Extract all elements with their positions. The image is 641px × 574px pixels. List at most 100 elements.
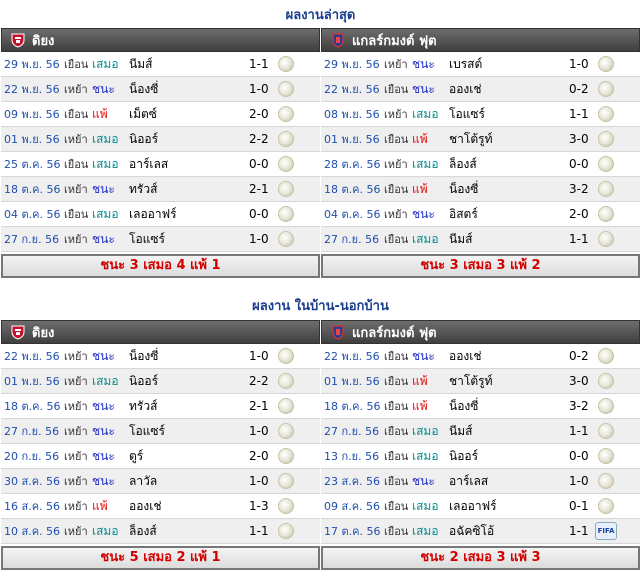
opponent-name: นีมส์ xyxy=(449,423,473,438)
home-away: เยือน xyxy=(384,475,409,488)
opponent-name: เลออาฟร์ xyxy=(449,498,497,513)
home-away: เยือน xyxy=(384,83,409,96)
match-row: 22 พ.ย. 56 เยือน ชนะ อองเช่ 0-2 xyxy=(321,344,640,369)
match-result: เสมอ xyxy=(92,156,119,171)
match-row: 27 ก.ย. 56 เหย้า ชนะ โอแซร์ 1-0 xyxy=(1,419,320,444)
match-row: 01 พ.ย. 56 เยือน แพ้ ชาโต้รูท์ 3-0 xyxy=(321,369,640,394)
match-date: 22 พ.ย. 56 xyxy=(324,83,380,96)
match-date: 09 พ.ย. 56 xyxy=(4,108,60,121)
opponent-name: ตูร์ xyxy=(129,448,144,463)
match-score: 0-0 xyxy=(249,157,269,171)
match-score: 1-0 xyxy=(569,474,589,488)
match-row: 18 ต.ค. 56 เหย้า ชนะ ทรัวส์ 2-1 xyxy=(1,394,320,419)
team-header: แกลร์กมงต์ ฟุต xyxy=(321,28,640,52)
match-score: 2-2 xyxy=(249,132,269,146)
match-date: 17 ต.ค. 56 xyxy=(324,525,381,538)
match-date: 20 ก.ย. 56 xyxy=(4,450,60,463)
home-away: เยือน xyxy=(64,208,89,221)
match-score: 1-1 xyxy=(249,57,269,71)
match-result: เสมอ xyxy=(92,523,119,538)
match-result: เสมอ xyxy=(92,206,119,221)
opponent-name: น็องซี่ xyxy=(449,181,479,196)
home-away: เหย้า xyxy=(384,208,408,221)
match-date: 01 พ.ย. 56 xyxy=(324,375,380,388)
league-ball-icon xyxy=(278,473,294,489)
league-ball-icon xyxy=(278,348,294,364)
team-name: แกลร์กมงต์ ฟุต xyxy=(352,325,437,341)
opponent-name: อฉัคซิโอ้ xyxy=(449,523,495,538)
home-away: เหย้า xyxy=(64,133,88,146)
match-score: 1-0 xyxy=(249,349,269,363)
match-row: 18 ต.ค. 56 เหย้า ชนะ ทรัวส์ 2-1 xyxy=(1,177,320,202)
match-date: 25 ต.ค. 56 xyxy=(4,158,61,171)
match-date: 30 ส.ค. 56 xyxy=(4,475,61,488)
match-date: 27 ก.ย. 56 xyxy=(324,233,380,246)
match-result: เสมอ xyxy=(92,373,119,388)
panel-right-1: แกลร์กมงต์ ฟุต 22 พ.ย. 56 เยือน ชนะ อองเช่ 0-… xyxy=(321,320,640,570)
home-away: เยือน xyxy=(384,450,409,463)
opponent-name: อิสตร์ xyxy=(449,206,478,221)
match-result: ชนะ xyxy=(92,348,115,363)
match-row: 01 พ.ย. 56 เหย้า เสมอ นิออร์ 2-2 xyxy=(1,369,320,394)
opponent-name: นิออร์ xyxy=(129,131,159,146)
match-result: ชนะ xyxy=(92,398,115,413)
match-score: 1-0 xyxy=(249,474,269,488)
match-date: 04 ต.ค. 56 xyxy=(324,208,381,221)
match-date: 22 พ.ย. 56 xyxy=(324,350,380,363)
home-away: เยือน xyxy=(384,425,409,438)
match-score: 1-1 xyxy=(249,524,269,538)
opponent-name: เลออาฟร์ xyxy=(129,206,177,221)
home-away: เหย้า xyxy=(384,58,408,71)
match-score: 3-0 xyxy=(569,132,589,146)
match-result: แพ้ xyxy=(412,181,428,196)
match-result: แพ้ xyxy=(92,106,108,121)
match-date: 01 พ.ย. 56 xyxy=(4,133,60,146)
match-date: 22 พ.ย. 56 xyxy=(4,350,60,363)
match-date: 18 ต.ค. 56 xyxy=(4,400,61,413)
match-result: เสมอ xyxy=(412,106,439,121)
match-row: 08 พ.ย. 56 เหย้า เสมอ โอแซร์ 1-1 xyxy=(321,102,640,127)
match-score: 2-1 xyxy=(249,182,269,196)
panel-left-1: ดิยง 22 พ.ย. 56 เหย้า ชนะ น็องซี่ 1-0 01 พ.ย. … xyxy=(1,320,320,570)
match-result: เสมอ xyxy=(412,231,439,246)
match-date: 18 ต.ค. 56 xyxy=(324,183,381,196)
opponent-name: นีมส์ xyxy=(129,56,153,71)
match-row: 22 พ.ย. 56 เหย้า ชนะ น็องซี่ 1-0 xyxy=(1,344,320,369)
opponent-name: น็องซี่ xyxy=(449,398,479,413)
league-ball-icon xyxy=(598,473,614,489)
match-result: เสมอ xyxy=(412,498,439,513)
league-ball-icon xyxy=(278,423,294,439)
opponent-name: โอแซร์ xyxy=(449,106,485,121)
league-ball-icon xyxy=(598,231,614,247)
league-ball-icon xyxy=(598,156,614,172)
league-ball-icon xyxy=(598,106,614,122)
opponent-name: โอแซร์ xyxy=(129,231,165,246)
home-away: เยือน xyxy=(384,400,409,413)
match-result: ชนะ xyxy=(412,56,435,71)
match-row: 04 ต.ค. 56 เยือน เสมอ เลออาฟร์ 0-0 xyxy=(1,202,320,227)
match-score: 0-0 xyxy=(569,449,589,463)
match-result: ชนะ xyxy=(92,181,115,196)
section-title-recent: ผลงานล่าสุด xyxy=(285,8,356,23)
home-away: เหย้า xyxy=(64,83,88,96)
team-name: ดิยง xyxy=(32,325,55,341)
match-row: 18 ต.ค. 56 เยือน แพ้ น็องซี่ 3-2 xyxy=(321,394,640,419)
match-score: 2-0 xyxy=(249,449,269,463)
match-score: 1-0 xyxy=(249,82,269,96)
opponent-name: นิออร์ xyxy=(129,373,159,388)
team-name: แกลร์กมงต์ ฟุต xyxy=(352,33,437,49)
home-away: เยือน xyxy=(384,350,409,363)
league-ball-icon xyxy=(598,81,614,97)
home-away: เหย้า xyxy=(384,158,408,171)
record-summary: ชนะ 5 เสมอ 2 แพ้ 1 xyxy=(1,546,320,570)
match-score: 2-0 xyxy=(249,107,269,121)
match-result: เสมอ xyxy=(412,448,439,463)
match-date: 28 ต.ค. 56 xyxy=(324,158,381,171)
opponent-name: อาร์เลส xyxy=(449,473,489,488)
league-ball-icon xyxy=(278,181,294,197)
match-date: 23 ส.ค. 56 xyxy=(324,475,381,488)
match-result: แพ้ xyxy=(92,498,108,513)
match-row: 22 พ.ย. 56 เยือน ชนะ อองเช่ 0-2 xyxy=(321,77,640,102)
section-title-home-away: ผลงาน ในบ้าน-นอกบ้าน xyxy=(252,299,389,314)
dijon-crest-icon xyxy=(10,32,26,48)
